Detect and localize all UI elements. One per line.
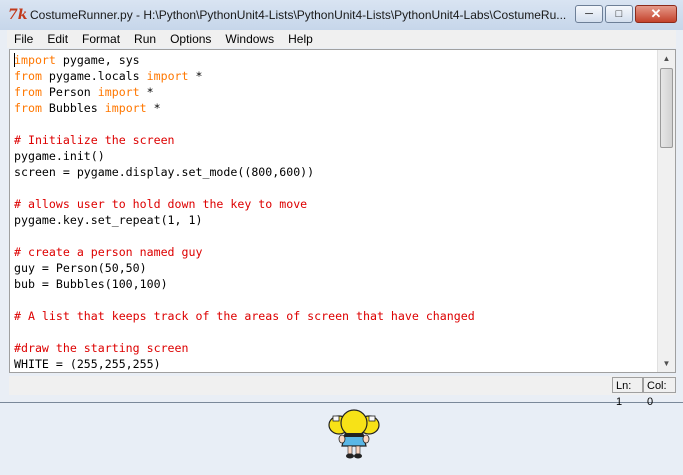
line-number-status: Ln: 1 bbox=[612, 377, 643, 408]
bubbles-character bbox=[328, 409, 380, 459]
menu-options[interactable]: Options bbox=[163, 30, 218, 48]
code-token: pygame.init() bbox=[14, 149, 105, 163]
code-token: bub = Bubbles(100,100) bbox=[14, 277, 168, 291]
menu-help[interactable]: Help bbox=[281, 30, 320, 48]
code-editor[interactable]: import pygame, sys from pygame.locals imp… bbox=[9, 49, 676, 373]
code-line[interactable]: import pygame, sys bbox=[14, 52, 475, 68]
comment-token: #draw the starting screen bbox=[14, 341, 189, 355]
comment-token: # Initialize the screen bbox=[14, 133, 175, 147]
code-text[interactable]: import pygame, sys from pygame.locals imp… bbox=[14, 52, 475, 372]
code-token: * bbox=[139, 85, 154, 99]
code-line[interactable]: screen = pygame.display.set_mode((800,60… bbox=[14, 164, 475, 180]
menu-run[interactable]: Run bbox=[127, 30, 163, 48]
code-line[interactable]: from Person import * bbox=[14, 84, 475, 100]
code-line[interactable] bbox=[14, 292, 475, 308]
keyword-token: import bbox=[97, 85, 140, 99]
code-token: * bbox=[188, 69, 203, 83]
code-line[interactable] bbox=[14, 116, 475, 132]
vertical-scrollbar[interactable]: ▲ ▼ bbox=[657, 50, 675, 372]
code-line[interactable]: bub = Bubbles(100,100) bbox=[14, 276, 475, 292]
keyword-token: import bbox=[104, 101, 147, 115]
code-line[interactable]: # create a person named guy bbox=[14, 244, 475, 260]
menu-file[interactable]: File bbox=[7, 30, 40, 48]
code-line[interactable]: #draw the starting screen bbox=[14, 340, 475, 356]
menu-bar: File Edit Format Run Options Windows Help bbox=[7, 30, 676, 48]
code-line[interactable]: pygame.key.set_repeat(1, 1) bbox=[14, 212, 475, 228]
code-line[interactable] bbox=[14, 228, 475, 244]
keyword-token: import bbox=[14, 53, 56, 67]
menu-format[interactable]: Format bbox=[75, 30, 127, 48]
comment-token: # A list that keeps track of the areas o… bbox=[14, 309, 475, 323]
code-line[interactable] bbox=[14, 180, 475, 196]
close-button[interactable]: ✕ bbox=[635, 5, 677, 23]
tk-feather-icon: 7k bbox=[8, 7, 28, 23]
menu-edit[interactable]: Edit bbox=[40, 30, 75, 48]
idle-editor-window: 7k CostumeRunner.py - H:\Python\PythonUn… bbox=[0, 0, 683, 408]
code-token: pygame.key.set_repeat(1, 1) bbox=[14, 213, 203, 227]
code-line[interactable]: guy = Person(50,50) bbox=[14, 260, 475, 276]
window-title: CostumeRunner.py - H:\Python\PythonUnit4… bbox=[30, 8, 567, 22]
minimize-button[interactable]: ─ bbox=[575, 5, 603, 23]
code-line[interactable]: # A list that keeps track of the areas o… bbox=[14, 308, 475, 324]
minimize-icon: ─ bbox=[585, 8, 593, 20]
code-line[interactable]: # allows user to hold down the key to mo… bbox=[14, 196, 475, 212]
keyword-token: from bbox=[14, 101, 42, 115]
scrollbar-thumb[interactable] bbox=[660, 68, 673, 148]
maximize-button[interactable]: □ bbox=[605, 5, 633, 23]
code-token: screen = pygame.display.set_mode((800,60… bbox=[14, 165, 315, 179]
close-icon: ✕ bbox=[650, 6, 662, 21]
code-token: * bbox=[146, 101, 161, 115]
keyword-token: from bbox=[14, 69, 42, 83]
code-line[interactable]: from pygame.locals import * bbox=[14, 68, 475, 84]
code-line[interactable]: WHITE = (255,255,255) bbox=[14, 356, 475, 372]
scroll-up-arrow-icon[interactable]: ▲ bbox=[658, 50, 675, 67]
code-token: pygame.locals bbox=[41, 69, 147, 83]
code-token: Bubbles bbox=[41, 101, 105, 115]
menu-windows[interactable]: Windows bbox=[218, 30, 281, 48]
keyword-token: from bbox=[14, 85, 42, 99]
code-token: Person bbox=[41, 85, 98, 99]
status-bar: Ln: 1 Col: 0 bbox=[9, 376, 676, 408]
text-cursor bbox=[14, 53, 15, 67]
code-token: pygame, sys bbox=[55, 53, 140, 67]
code-token: guy = Person(50,50) bbox=[14, 261, 147, 275]
scroll-down-arrow-icon[interactable]: ▼ bbox=[658, 355, 675, 372]
code-line[interactable] bbox=[14, 324, 475, 340]
comment-token: # allows user to hold down the key to mo… bbox=[14, 197, 308, 211]
code-line[interactable]: pygame.init() bbox=[14, 148, 475, 164]
code-token: WHITE = (255,255,255) bbox=[14, 357, 161, 371]
maximize-icon: □ bbox=[615, 8, 623, 20]
code-line[interactable]: # Initialize the screen bbox=[14, 132, 475, 148]
column-number-status: Col: 0 bbox=[643, 377, 676, 408]
comment-token: # create a person named guy bbox=[14, 245, 203, 259]
title-bar[interactable]: 7k CostumeRunner.py - H:\Python\PythonUn… bbox=[0, 0, 683, 30]
window-controls: ─ □ ✕ bbox=[573, 5, 677, 23]
keyword-token: import bbox=[146, 69, 189, 83]
code-line[interactable]: from Bubbles import * bbox=[14, 100, 475, 116]
